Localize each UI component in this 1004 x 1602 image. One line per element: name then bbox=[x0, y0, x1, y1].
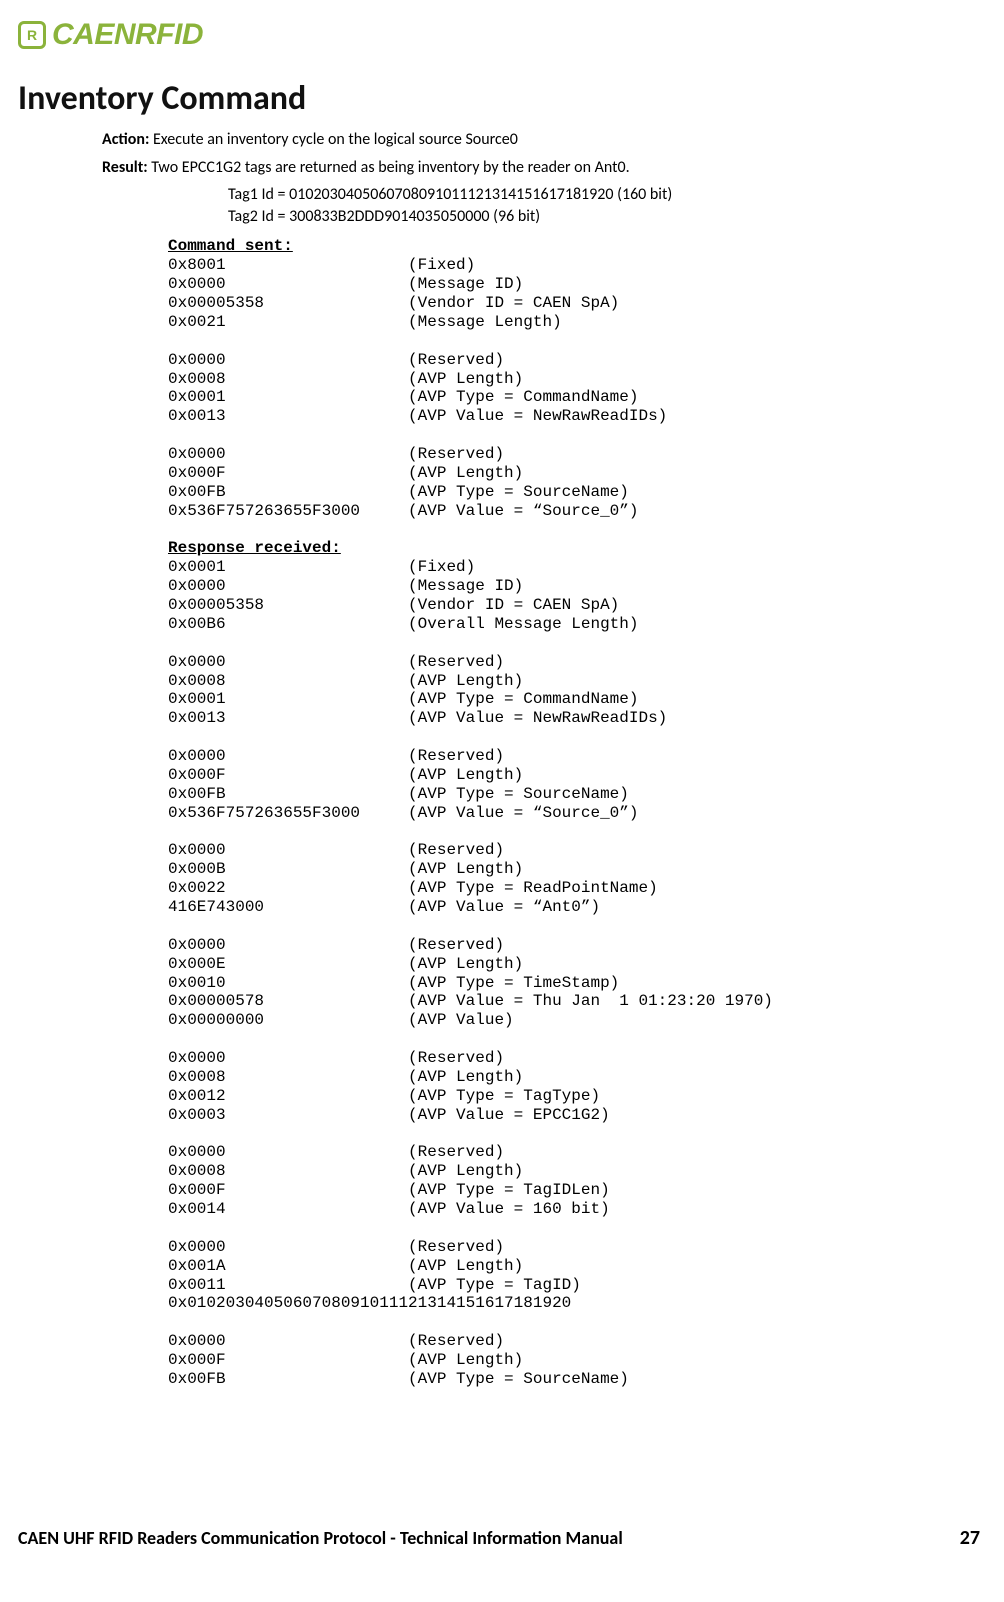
code-row: 0x00FB (AVP Type = SourceName) bbox=[168, 785, 629, 803]
code-row: 0x001A (AVP Length) bbox=[168, 1257, 523, 1275]
protocol-dump: Command sent: 0x8001 (Fixed) 0x0000 (Mes… bbox=[168, 237, 980, 1388]
code-row: 0x0000 (Reserved) bbox=[168, 747, 504, 765]
code-row: 0x0001 (Fixed) bbox=[168, 558, 475, 576]
command-sent-header: Command sent: bbox=[168, 237, 293, 255]
code-row: 0x0000 (Message ID) bbox=[168, 275, 523, 293]
code-row: 0x0000 (Reserved) bbox=[168, 351, 504, 369]
code-row: 0x0012 (AVP Type = TagType) bbox=[168, 1087, 600, 1105]
logo-icon bbox=[18, 21, 46, 49]
code-row: 0x000F (AVP Length) bbox=[168, 766, 523, 784]
code-row: 0x0000 (Message ID) bbox=[168, 577, 523, 595]
code-row: 0x0001 (AVP Type = CommandName) bbox=[168, 388, 638, 406]
code-row: 0x0000 (Reserved) bbox=[168, 445, 504, 463]
code-row: 0x0008 (AVP Length) bbox=[168, 672, 523, 690]
footer: CAEN UHF RFID Readers Communication Prot… bbox=[18, 1526, 980, 1550]
code-row: 0x000E (AVP Length) bbox=[168, 955, 523, 973]
code-row: 0x0000 (Reserved) bbox=[168, 1238, 504, 1256]
code-row: 0x00FB (AVP Type = SourceName) bbox=[168, 483, 629, 501]
code-row: 0x0011 (AVP Type = TagID) bbox=[168, 1276, 581, 1294]
code-row: 0x01020304050607080910111213141516171819… bbox=[168, 1294, 571, 1312]
code-row: 0x000B (AVP Length) bbox=[168, 860, 523, 878]
code-row: 0x000F (AVP Type = TagIDLen) bbox=[168, 1181, 610, 1199]
page-title: Inventory Command bbox=[18, 78, 980, 119]
action-text: Execute an inventory cycle on the logica… bbox=[149, 130, 517, 149]
code-row: 0x0000 (Reserved) bbox=[168, 936, 504, 954]
action-label: Action: bbox=[102, 130, 149, 149]
code-row: 0x00B6 (Overall Message Length) bbox=[168, 615, 638, 633]
code-row: 0x0014 (AVP Value = 160 bit) bbox=[168, 1200, 610, 1218]
code-row: 0x0013 (AVP Value = NewRawReadIDs) bbox=[168, 407, 667, 425]
code-row: 0x0022 (AVP Type = ReadPointName) bbox=[168, 879, 658, 897]
code-row: 0x0000 (Reserved) bbox=[168, 1332, 504, 1350]
code-row: 0x000F (AVP Length) bbox=[168, 1351, 523, 1369]
code-row: 0x0003 (AVP Value = EPCC1G2) bbox=[168, 1106, 610, 1124]
code-row: 0x000F (AVP Length) bbox=[168, 464, 523, 482]
code-row: 0x8001 (Fixed) bbox=[168, 256, 475, 274]
code-row: 0x00005358 (Vendor ID = CAEN SpA) bbox=[168, 294, 619, 312]
tag1-id: Tag1 Id = 010203040506070809101112131415… bbox=[228, 184, 980, 206]
tag2-id: Tag2 Id = 300833B2DDD9014035050000 (96 b… bbox=[228, 206, 980, 228]
code-row: 0x00000578 (AVP Value = Thu Jan 1 01:23:… bbox=[168, 992, 773, 1010]
footer-title: CAEN UHF RFID Readers Communication Prot… bbox=[18, 1527, 623, 1549]
code-row: 0x0000 (Reserved) bbox=[168, 841, 504, 859]
result-text: Two EPCC1G2 tags are returned as being i… bbox=[148, 158, 630, 177]
footer-page-number: 27 bbox=[960, 1526, 980, 1550]
logo: CAENRFID bbox=[18, 18, 980, 52]
code-row: 0x0000 (Reserved) bbox=[168, 1143, 504, 1161]
code-row: 0x536F757263655F3000 (AVP Value = “Sourc… bbox=[168, 502, 638, 520]
code-row: 0x00000000 (AVP Value) bbox=[168, 1011, 514, 1029]
result-line: Result: Two EPCC1G2 tags are returned as… bbox=[102, 157, 980, 179]
logo-text: CAENRFID bbox=[52, 18, 203, 52]
code-row: 0x00FB (AVP Type = SourceName) bbox=[168, 1370, 629, 1388]
code-row: 0x0000 (Reserved) bbox=[168, 1049, 504, 1067]
action-line: Action: Execute an inventory cycle on th… bbox=[102, 129, 980, 151]
code-row: 0x0013 (AVP Value = NewRawReadIDs) bbox=[168, 709, 667, 727]
code-row: 0x0010 (AVP Type = TimeStamp) bbox=[168, 974, 619, 992]
response-received-header: Response received: bbox=[168, 539, 341, 557]
code-row: 0x00005358 (Vendor ID = CAEN SpA) bbox=[168, 596, 619, 614]
code-row: 0x0021 (Message Length) bbox=[168, 313, 562, 331]
code-row: 0x0008 (AVP Length) bbox=[168, 370, 523, 388]
code-row: 0x0001 (AVP Type = CommandName) bbox=[168, 690, 638, 708]
code-row: 0x0000 (Reserved) bbox=[168, 653, 504, 671]
code-row: 0x536F757263655F3000 (AVP Value = “Sourc… bbox=[168, 804, 638, 822]
code-row: 0x0008 (AVP Length) bbox=[168, 1162, 523, 1180]
result-label: Result: bbox=[102, 158, 148, 177]
code-row: 416E743000 (AVP Value = “Ant0”) bbox=[168, 898, 600, 916]
code-row: 0x0008 (AVP Length) bbox=[168, 1068, 523, 1086]
